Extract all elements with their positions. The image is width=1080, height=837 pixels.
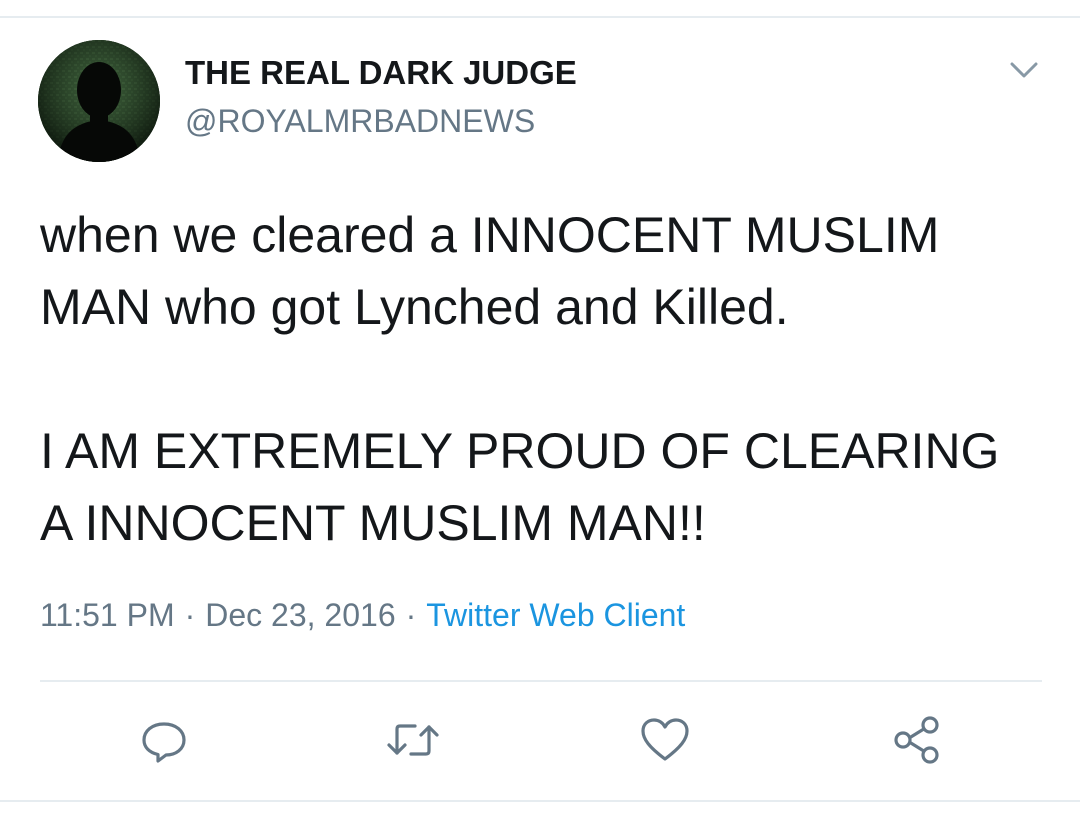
heart-icon — [639, 715, 691, 765]
retweet-button[interactable] — [386, 714, 440, 766]
tweet-meta: 11:51 PM · Dec 23, 2016 · Twitter Web Client — [40, 597, 685, 634]
meta-separator: · — [184, 597, 196, 633]
avatar[interactable] — [38, 40, 160, 162]
reply-icon — [139, 715, 189, 765]
tweet-time[interactable]: 11:51 PM — [40, 597, 175, 633]
chevron-down-icon[interactable] — [1004, 56, 1044, 86]
like-button[interactable] — [638, 714, 692, 766]
tweet-source-link[interactable]: Twitter Web Client — [426, 597, 685, 633]
share-button[interactable] — [890, 714, 944, 766]
actions-divider — [40, 680, 1042, 682]
share-icon — [891, 714, 943, 766]
top-divider — [0, 16, 1080, 18]
tweet-card: THE REAL DARK JUDGE @ROYALMRBADNEWS when… — [0, 0, 1080, 837]
display-name[interactable]: THE REAL DARK JUDGE — [185, 54, 577, 92]
tweet-date[interactable]: Dec 23, 2016 — [205, 597, 395, 633]
bottom-divider — [0, 800, 1080, 802]
tweet-text: when we cleared a INNOCENT MUSLIM MAN wh… — [40, 207, 1000, 551]
user-handle[interactable]: @ROYALMRBADNEWS — [185, 103, 535, 140]
meta-separator: · — [405, 597, 417, 633]
retweet-icon — [385, 715, 441, 765]
reply-button[interactable] — [137, 714, 191, 766]
